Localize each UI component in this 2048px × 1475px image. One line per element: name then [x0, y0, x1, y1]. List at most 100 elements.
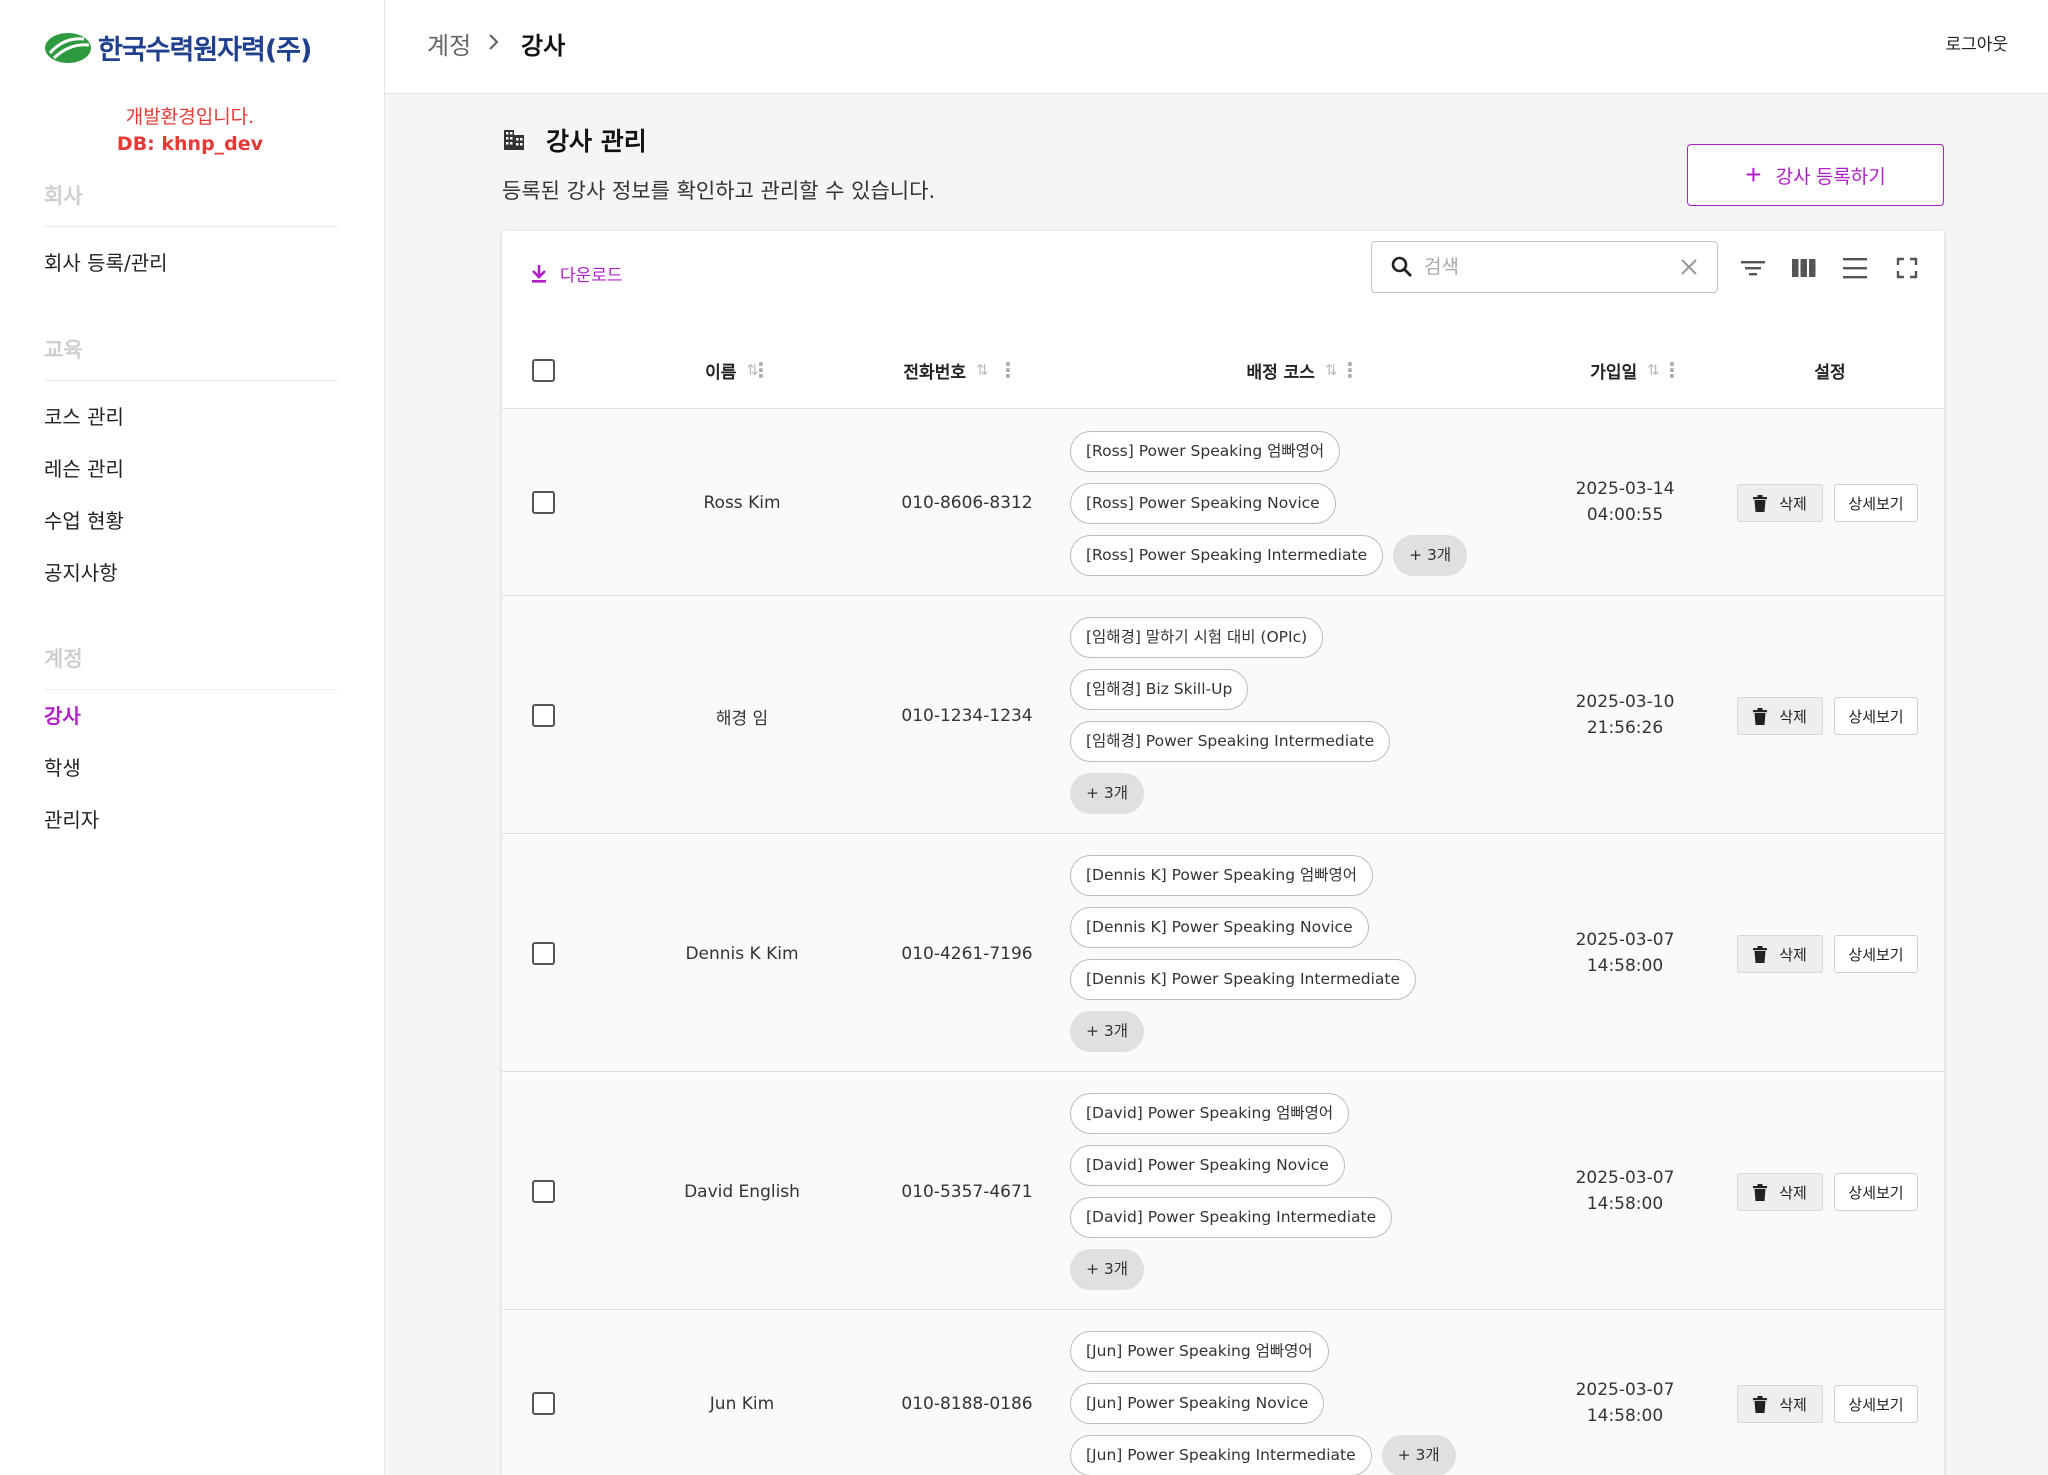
row-checkbox[interactable] — [532, 491, 555, 514]
course-chip[interactable]: [Dennis K] Power Speaking Intermediate — [1070, 959, 1416, 1000]
nav-heading: 계정 — [44, 643, 338, 690]
joined-date-time: 14:58:00 — [1586, 956, 1664, 976]
table-row[interactable]: Jun Kim 010-8188-0186 [Jun] Power Speaki… — [502, 1311, 1944, 1475]
column-header-name[interactable]: 이름 ⇅ — [672, 331, 792, 409]
building-icon — [504, 130, 524, 150]
row-checkbox[interactable] — [532, 1180, 555, 1203]
clear-icon[interactable] — [1679, 257, 1699, 277]
delete-label: 삭제 — [1779, 945, 1807, 964]
delete-button[interactable]: 삭제 — [1737, 697, 1823, 735]
more-courses-chip[interactable]: + 3개 — [1393, 535, 1468, 576]
course-chips: [임해경] 말하기 시험 대비 (OPIc) [임해경] Biz Skill-U… — [1070, 617, 1391, 814]
detail-button[interactable]: 상세보기 — [1834, 1385, 1918, 1423]
joined-date: 2025-03-10 21:56:26 — [1545, 689, 1705, 741]
filter-icon[interactable] — [1738, 253, 1768, 283]
delete-button[interactable]: 삭제 — [1737, 935, 1823, 973]
env-notice: 개발환경입니다. — [125, 106, 255, 128]
column-settings-label: 설정 — [1814, 362, 1846, 383]
joined-date-time: 14:58:00 — [1586, 1194, 1664, 1214]
logo-text: 한국수력원자력(주) — [98, 35, 312, 66]
add-instructor-label: 강사 등록하기 — [1775, 166, 1886, 188]
nav-section-company: 회사 회사 등록/관리 — [44, 180, 338, 289]
sidebar-item-lesson[interactable]: 레슨 관리 — [44, 443, 338, 495]
course-chip[interactable]: [David] Power Speaking Intermediate — [1070, 1197, 1393, 1238]
joined-date-day: 2025-03-10 — [1575, 692, 1675, 712]
search-input[interactable] — [1424, 256, 1679, 278]
course-chip[interactable]: [David] Power Speaking 엄빠영어 — [1070, 1093, 1350, 1134]
more-courses-chip[interactable]: + 3개 — [1070, 1249, 1145, 1290]
row-checkbox[interactable] — [532, 704, 555, 727]
joined-date: 2025-03-14 04:00:55 — [1545, 476, 1705, 528]
sidebar-item-admin[interactable]: 관리자 — [44, 794, 338, 846]
sort-icon[interactable]: ⇅ — [976, 361, 989, 379]
sidebar-item-company-manage[interactable]: 회사 등록/관리 — [44, 237, 338, 289]
more-vert-icon[interactable]: ⋮ — [1340, 358, 1360, 382]
course-chip[interactable]: [Jun] Power Speaking 엄빠영어 — [1070, 1331, 1329, 1372]
joined-date-time: 04:00:55 — [1586, 505, 1664, 525]
sort-icon[interactable]: ⇅ — [1647, 361, 1660, 379]
density-icon[interactable] — [1840, 253, 1870, 283]
course-chip[interactable]: [David] Power Speaking Novice — [1070, 1145, 1345, 1186]
instructor-name: Jun Kim — [709, 1394, 775, 1414]
page-title-text: 강사 관리 — [546, 127, 647, 156]
column-header-phone[interactable]: 전화번호 ⇅ — [886, 331, 1006, 409]
search-icon — [1391, 256, 1412, 277]
table-row[interactable]: David English 010-5357-4671 [David] Powe… — [502, 1073, 1944, 1310]
column-joined-label: 가입일 — [1590, 362, 1638, 383]
course-chip[interactable]: [Jun] Power Speaking Novice — [1070, 1383, 1325, 1424]
table-row[interactable]: Ross Kim 010-8606-8312 [Ross] Power Spea… — [502, 410, 1944, 596]
row-checkbox[interactable] — [532, 1392, 555, 1415]
more-courses-chip[interactable]: + 3개 — [1070, 773, 1145, 814]
sidebar-item-instructor[interactable]: 강사 — [44, 690, 338, 742]
nav-section-account: 계정 강사 학생 관리자 — [44, 643, 338, 846]
delete-button[interactable]: 삭제 — [1737, 1173, 1823, 1211]
sidebar-item-course[interactable]: 코스 관리 — [44, 391, 338, 443]
course-chip[interactable]: [Dennis K] Power Speaking Novice — [1070, 907, 1369, 948]
course-chip[interactable]: [Ross] Power Speaking Intermediate — [1070, 535, 1384, 576]
column-phone-label: 전화번호 — [903, 362, 966, 383]
delete-button[interactable]: 삭제 — [1737, 484, 1823, 522]
select-all-checkbox[interactable] — [532, 358, 555, 382]
more-vert-icon[interactable]: ⋮ — [1662, 358, 1682, 382]
instructor-name: 해경 임 — [715, 708, 769, 729]
row-checkbox[interactable] — [532, 942, 555, 965]
course-chip[interactable]: [Jun] Power Speaking Intermediate — [1070, 1435, 1372, 1475]
add-instructor-button[interactable]: + 강사 등록하기 — [1687, 144, 1944, 206]
sidebar-item-class-status[interactable]: 수업 현황 — [44, 495, 338, 547]
fullscreen-icon[interactable] — [1892, 253, 1922, 283]
joined-date-day: 2025-03-14 — [1575, 479, 1675, 499]
columns-icon[interactable] — [1789, 253, 1819, 283]
table-row[interactable]: 해경 임 010-1234-1234 [임해경] 말하기 시험 대비 (OPIc… — [502, 597, 1944, 834]
more-courses-chip[interactable]: + 3개 — [1381, 1435, 1456, 1475]
company-logo[interactable]: 한국수력원자력(주) — [44, 28, 312, 67]
sort-icon[interactable]: ⇅ — [1325, 361, 1338, 379]
sidebar-item-notice[interactable]: 공지사항 — [44, 547, 338, 599]
detail-button[interactable]: 상세보기 — [1834, 484, 1918, 522]
row-checkbox-cell — [532, 491, 555, 514]
logout-button[interactable]: 로그아웃 — [1945, 30, 2008, 55]
course-chips: [Jun] Power Speaking 엄빠영어 [Jun] Power Sp… — [1070, 1331, 1456, 1475]
course-chip[interactable]: [임해경] 말하기 시험 대비 (OPIc) — [1070, 617, 1324, 658]
sidebar-item-student[interactable]: 학생 — [44, 742, 338, 794]
joined-date-day: 2025-03-07 — [1575, 930, 1675, 950]
joined-date-time: 14:58:00 — [1586, 1406, 1664, 1426]
course-chip[interactable]: [임해경] Power Speaking Intermediate — [1070, 721, 1391, 762]
trash-icon — [1753, 707, 1768, 725]
course-chip[interactable]: [Dennis K] Power Speaking 엄빠영어 — [1070, 855, 1374, 896]
more-vert-icon[interactable]: ⋮ — [998, 358, 1018, 382]
search-box — [1371, 241, 1718, 293]
course-chip[interactable]: [Ross] Power Speaking 엄빠영어 — [1070, 431, 1341, 472]
table-row[interactable]: Dennis K Kim 010-4261-7196 [Dennis K] Po… — [502, 835, 1944, 1072]
detail-button[interactable]: 상세보기 — [1834, 935, 1918, 973]
download-button[interactable]: 다운로드 — [530, 261, 623, 286]
more-courses-chip[interactable]: + 3개 — [1070, 1011, 1145, 1052]
detail-button[interactable]: 상세보기 — [1834, 1173, 1918, 1211]
detail-button[interactable]: 상세보기 — [1834, 697, 1918, 735]
column-courses-label: 배정 코스 — [1246, 362, 1315, 383]
course-chip[interactable]: [Ross] Power Speaking Novice — [1070, 483, 1336, 524]
course-chip[interactable]: [임해경] Biz Skill-Up — [1070, 669, 1249, 710]
instructor-phone: 010-4261-7196 — [901, 944, 1033, 964]
more-vert-icon[interactable]: ⋮ — [751, 358, 771, 382]
breadcrumb-parent[interactable]: 계정 — [427, 26, 471, 61]
delete-button[interactable]: 삭제 — [1737, 1385, 1823, 1423]
